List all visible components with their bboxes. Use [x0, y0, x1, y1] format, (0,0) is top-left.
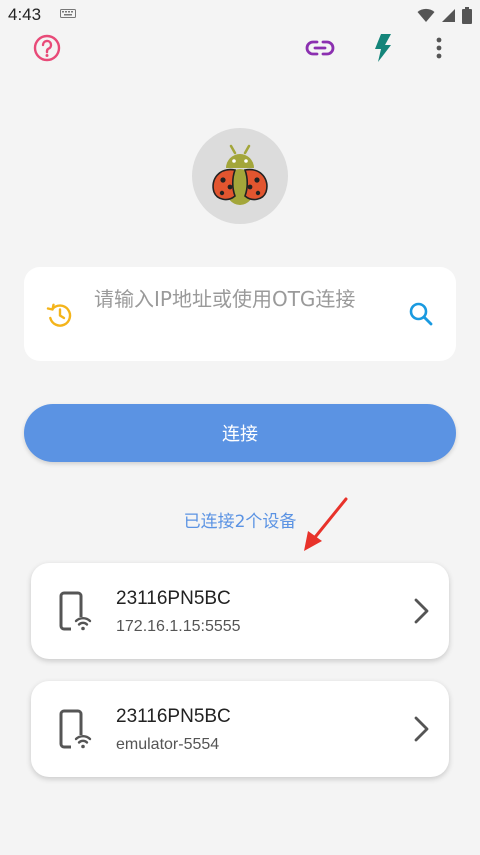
annotation-arrow-icon: [304, 497, 348, 551]
search-icon: [409, 302, 433, 326]
search-card: [24, 267, 456, 361]
status-icons: [417, 6, 472, 24]
more-vert-icon: [436, 37, 442, 59]
battery-icon: [462, 6, 472, 24]
history-icon: [46, 303, 72, 327]
flash-button[interactable]: [365, 30, 401, 66]
connect-button[interactable]: 连接: [24, 404, 456, 462]
cell-signal-icon: [442, 8, 455, 22]
device-name: 23116PN5BC: [116, 588, 231, 609]
search-button[interactable]: [406, 299, 436, 329]
app-logo: [192, 128, 288, 224]
wifi-icon: [417, 8, 435, 22]
device-item[interactable]: 23116PN5BC emulator-5554: [31, 681, 449, 777]
link-button[interactable]: [302, 30, 338, 66]
keyboard-icon: [60, 9, 76, 18]
device-address: 172.16.1.15:5555: [116, 618, 241, 635]
ladybug-android-icon: [212, 144, 268, 205]
history-button[interactable]: [46, 301, 74, 329]
chevron-right-icon: [414, 598, 429, 624]
more-options-button[interactable]: [421, 30, 457, 66]
phone-wifi-icon: [59, 709, 93, 751]
link-icon: [305, 40, 335, 56]
device-name: 23116PN5BC: [116, 706, 231, 727]
device-address: emulator-5554: [116, 736, 220, 753]
ip-address-input[interactable]: [94, 283, 384, 347]
help-button[interactable]: [29, 30, 65, 66]
connected-devices-count[interactable]: 已连接2个设备: [0, 507, 480, 532]
phone-wifi-icon: [59, 591, 93, 633]
chevron-right-icon: [414, 716, 429, 742]
help-icon: [33, 34, 61, 62]
flash-icon: [375, 34, 391, 62]
status-time: 4:43: [8, 5, 42, 24]
device-item[interactable]: 23116PN5BC 172.16.1.15:5555: [31, 563, 449, 659]
